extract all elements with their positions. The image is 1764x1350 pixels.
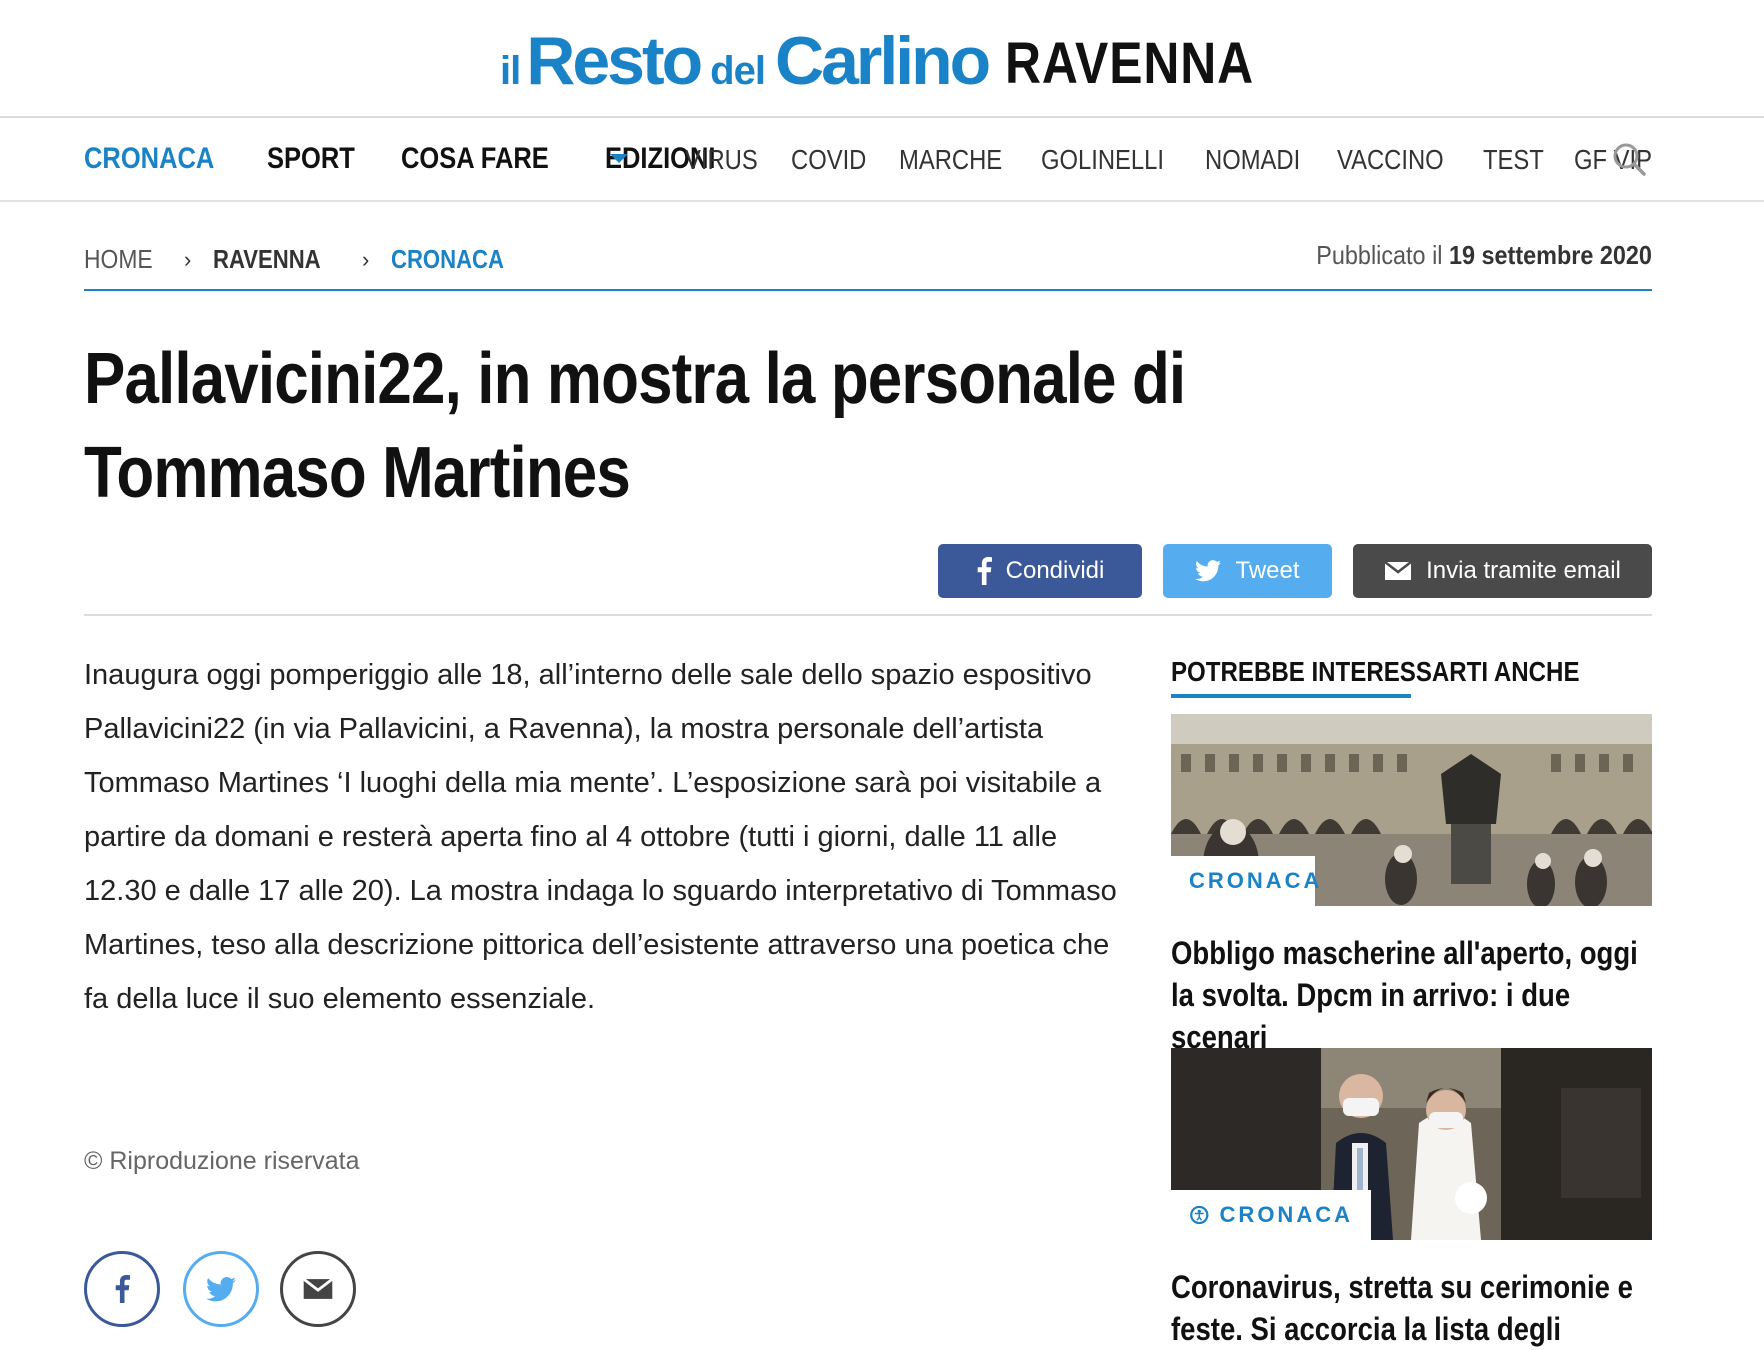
nav-item-cosa-fare[interactable]: COSA FARE xyxy=(401,142,549,176)
share-divider xyxy=(84,614,1652,616)
site-logo[interactable]: il Resto del Carlino xyxy=(500,22,991,100)
nav-trending-topics: VIRUS COVID MARCHE GOLINELLI NOMADI VACC… xyxy=(685,144,1666,176)
breadcrumb-ravenna[interactable]: RAVENNA xyxy=(213,244,321,275)
share-twitter-circle-button[interactable] xyxy=(183,1251,259,1327)
breadcrumb-divider xyxy=(84,289,1652,291)
share-email-button[interactable]: Invia tramite email xyxy=(1353,544,1652,598)
nav-item-sport[interactable]: SPORT xyxy=(267,142,355,176)
share-email-circle-button[interactable] xyxy=(280,1251,356,1327)
nav-topic-vaccino[interactable]: VACCINO xyxy=(1337,144,1444,176)
breadcrumb-home[interactable]: HOME xyxy=(84,244,153,275)
share-twitter-button[interactable]: Tweet xyxy=(1163,544,1332,598)
badge-label: CRONACA xyxy=(1189,868,1323,893)
copyright-notice: © Riproduzione riservata xyxy=(84,1147,360,1175)
logo-resto: Resto xyxy=(526,23,703,99)
twitter-icon xyxy=(206,1276,236,1301)
breadcrumb-separator: › xyxy=(361,246,370,272)
badge-label: CRONACA xyxy=(1219,1202,1353,1227)
publish-date-value: 19 settembre 2020 xyxy=(1449,240,1652,270)
search-icon[interactable] xyxy=(1612,142,1646,176)
related-article-title[interactable]: Obbligo mascherine all'aperto, oggi la s… xyxy=(1171,932,1653,1058)
envelope-icon xyxy=(1384,561,1412,580)
facebook-icon xyxy=(977,557,992,585)
publish-date: Pubblicato il 19 settembre 2020 xyxy=(1316,240,1652,271)
nav-topic-test[interactable]: TEST xyxy=(1483,144,1544,176)
article-body: Inaugura oggi pomperiggio alle 18, all’i… xyxy=(84,659,1117,1015)
nav-topic-marche[interactable]: MARCHE xyxy=(899,144,1002,176)
related-section-underline xyxy=(1171,694,1411,698)
envelope-icon xyxy=(302,1278,334,1299)
nav-topic-virus[interactable]: VIRUS xyxy=(685,144,758,176)
logo-carlino: Carlino xyxy=(774,23,991,99)
related-article-category-badge[interactable]: CRONACA xyxy=(1171,856,1319,906)
article-title: Pallavicini22, in mostra la personale di… xyxy=(84,339,1186,513)
nav-topic-golinelli[interactable]: GOLINELLI xyxy=(1041,144,1164,176)
main-navigation: CRONACA SPORT COSA FARE EDIZIONI VIRUS C… xyxy=(0,120,1764,202)
logo-il: il xyxy=(500,49,521,93)
share-facebook-label: Condividi xyxy=(1005,557,1105,584)
breadcrumb-separator: › xyxy=(184,246,192,272)
nav-topic-nomadi[interactable]: NOMADI xyxy=(1205,144,1300,176)
share-facebook-button[interactable]: Condividi xyxy=(938,544,1142,598)
chevron-down-icon[interactable] xyxy=(610,154,628,163)
accessibility-icon xyxy=(1190,1205,1209,1225)
twitter-icon xyxy=(1195,560,1222,582)
publish-prefix: Pubblicato il xyxy=(1316,240,1443,270)
related-article-title[interactable]: Coronavirus, stretta su cerimonie e fest… xyxy=(1171,1266,1653,1350)
share-facebook-circle-button[interactable] xyxy=(84,1251,160,1327)
nav-topic-covid[interactable]: COVID xyxy=(791,144,866,176)
nav-main-sections: CRONACA SPORT COSA FARE EDIZIONI xyxy=(84,142,735,176)
masthead: il Resto del Carlino RAVENNA xyxy=(0,0,1764,118)
share-twitter-label: Tweet xyxy=(1235,557,1300,584)
nav-item-cronaca[interactable]: CRONACA xyxy=(84,142,214,176)
logo-del: del xyxy=(710,49,766,93)
breadcrumb: HOME › RAVENNA › CRONACA xyxy=(84,244,524,275)
breadcrumb-cronaca[interactable]: CRONACA xyxy=(391,244,504,275)
facebook-icon xyxy=(115,1275,130,1303)
related-section-title: POTREBBE INTERESSARTI ANCHE xyxy=(1171,656,1580,687)
related-article-category-badge[interactable]: CRONACA xyxy=(1171,1190,1371,1240)
share-email-label: Invia tramite email xyxy=(1426,557,1621,584)
edition-label[interactable]: RAVENNA xyxy=(1005,30,1254,97)
